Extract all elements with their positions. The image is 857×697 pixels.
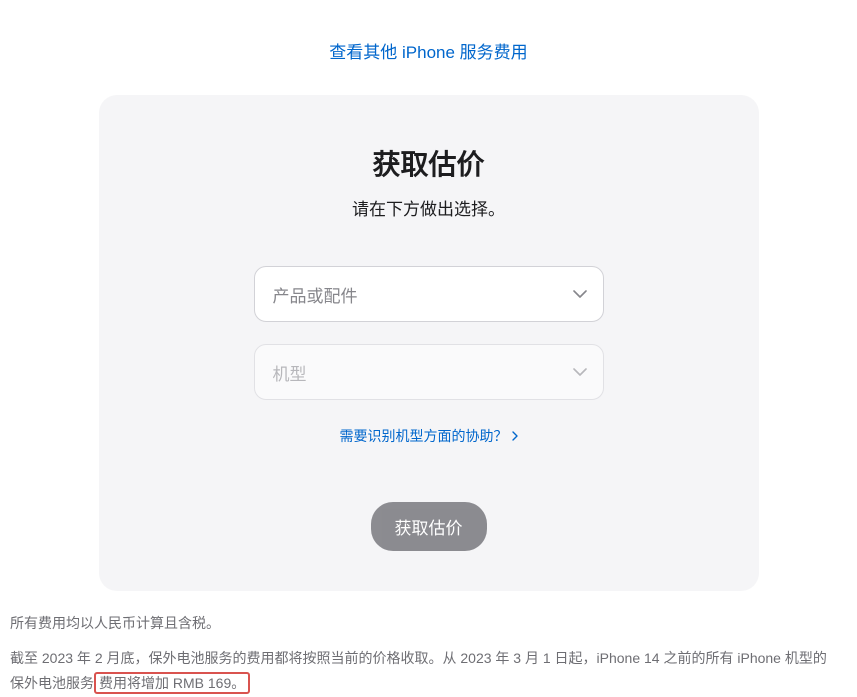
product-select-wrap: 产品或配件 — [254, 266, 604, 322]
top-link-container: 查看其他 iPhone 服务费用 — [0, 0, 857, 83]
submit-row: 获取估价 — [139, 502, 719, 551]
card-title: 获取估价 — [139, 143, 719, 183]
get-estimate-button[interactable]: 获取估价 — [371, 502, 487, 551]
product-select-placeholder: 产品或配件 — [273, 282, 358, 307]
other-services-link[interactable]: 查看其他 iPhone 服务费用 — [329, 43, 527, 62]
footer-line-1: 所有费用均以人民币计算且含税。 — [10, 611, 840, 636]
chevron-right-icon — [512, 431, 518, 441]
identify-model-help-link[interactable]: 需要识别机型方面的协助？ — [340, 426, 518, 446]
model-select-wrap: 机型 — [254, 344, 604, 400]
product-select[interactable]: 产品或配件 — [254, 266, 604, 322]
help-link-label: 需要识别机型方面的协助？ — [340, 426, 508, 446]
model-select[interactable]: 机型 — [254, 344, 604, 400]
card-subtitle: 请在下方做出选择。 — [139, 195, 719, 220]
estimate-card: 获取估价 请在下方做出选择。 产品或配件 机型 需要识别机型方面的协助？ 获取估… — [99, 95, 759, 591]
footer-line-2: 截至 2023 年 2 月底，保外电池服务的费用都将按照当前的价格收取。从 20… — [10, 646, 840, 696]
footer-notes: 所有费用均以人民币计算且含税。 截至 2023 年 2 月底，保外电池服务的费用… — [10, 611, 840, 697]
chevron-down-icon — [573, 368, 587, 376]
price-increase-highlight: 费用将增加 RMB 169。 — [94, 672, 250, 694]
chevron-down-icon — [573, 290, 587, 298]
model-select-placeholder: 机型 — [273, 360, 307, 385]
